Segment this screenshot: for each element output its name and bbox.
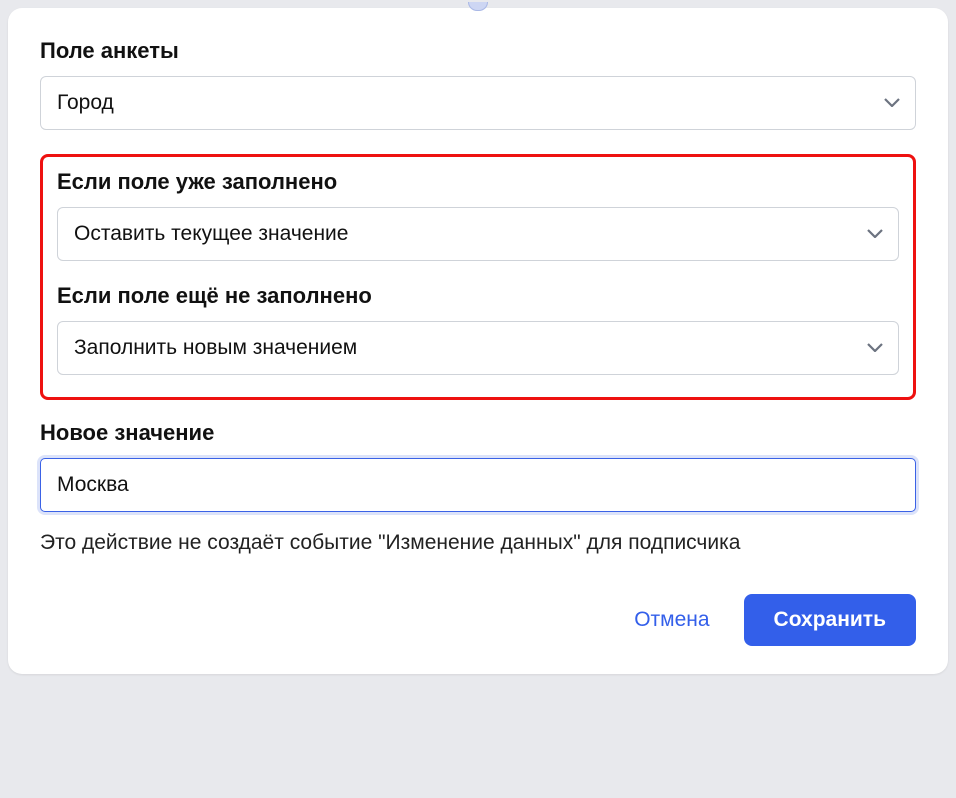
form-card: Поле анкеты Город Если поле уже заполнен… xyxy=(8,8,948,674)
field-group-new-value: Новое значение xyxy=(40,420,916,512)
select-if-not-filled[interactable]: Заполнить новым значением xyxy=(57,321,899,375)
label-new-value: Новое значение xyxy=(40,420,916,446)
select-wrapper-if-filled: Оставить текущее значение xyxy=(57,207,899,261)
label-if-not-filled: Если поле ещё не заполнено xyxy=(57,283,899,309)
label-if-filled: Если поле уже заполнено xyxy=(57,169,899,195)
hint-text: Это действие не создаёт событие "Изменен… xyxy=(40,528,780,558)
highlight-box: Если поле уже заполнено Оставить текущее… xyxy=(40,154,916,400)
field-group-if-filled: Если поле уже заполнено Оставить текущее… xyxy=(57,169,899,261)
cancel-button[interactable]: Отмена xyxy=(630,600,713,640)
field-group-survey-field: Поле анкеты Город xyxy=(40,38,916,130)
select-if-filled[interactable]: Оставить текущее значение xyxy=(57,207,899,261)
select-value: Город xyxy=(57,91,114,115)
select-wrapper-survey-field: Город xyxy=(40,76,916,130)
save-button[interactable]: Сохранить xyxy=(744,594,916,646)
actions-row: Отмена Сохранить xyxy=(40,594,916,646)
input-new-value[interactable] xyxy=(40,458,916,512)
select-survey-field[interactable]: Город xyxy=(40,76,916,130)
select-wrapper-if-not-filled: Заполнить новым значением xyxy=(57,321,899,375)
label-survey-field: Поле анкеты xyxy=(40,38,916,64)
field-group-if-not-filled: Если поле ещё не заполнено Заполнить нов… xyxy=(57,283,899,375)
select-value: Заполнить новым значением xyxy=(74,336,357,360)
select-value: Оставить текущее значение xyxy=(74,222,348,246)
